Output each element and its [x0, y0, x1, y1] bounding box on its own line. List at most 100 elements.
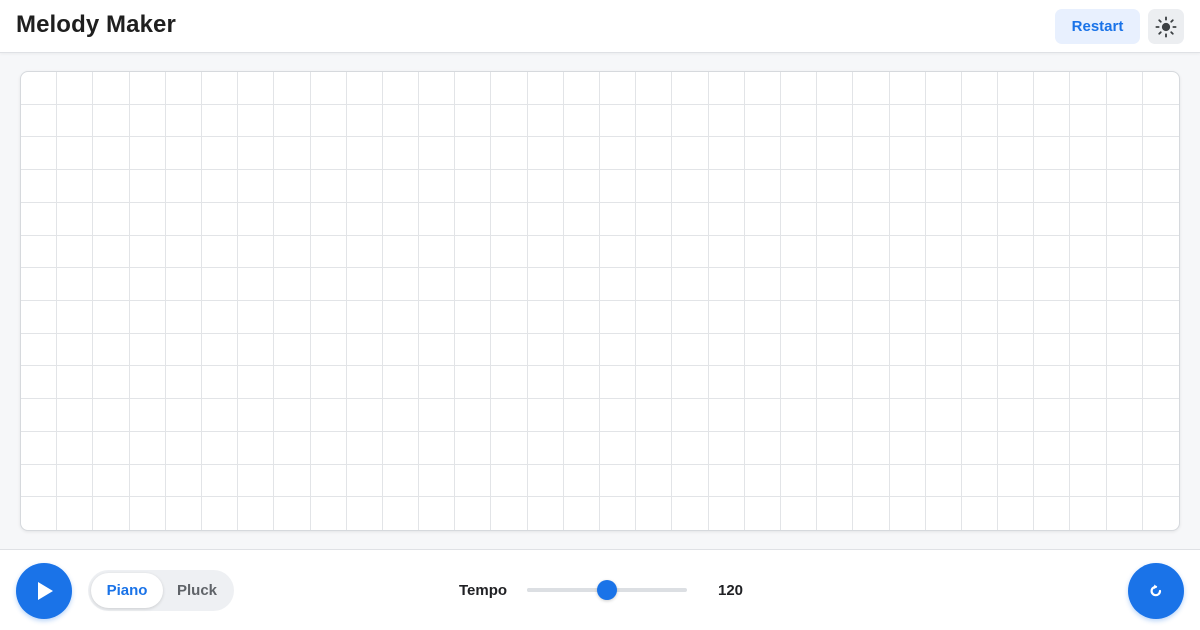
grid-cell[interactable]: [382, 333, 420, 367]
grid-cell[interactable]: [708, 431, 745, 465]
grid-cell[interactable]: [1106, 366, 1143, 400]
grid-cell[interactable]: [93, 431, 130, 465]
grid-cell[interactable]: [274, 497, 311, 530]
grid-cell[interactable]: [998, 170, 1035, 203]
grid-cell[interactable]: [780, 170, 818, 203]
grid-cell[interactable]: [961, 170, 999, 203]
grid-cell[interactable]: [1106, 333, 1143, 367]
grid-cell[interactable]: [925, 72, 962, 105]
grid-cell[interactable]: [1142, 268, 1179, 301]
grid-cell[interactable]: [1142, 72, 1179, 105]
grid-cell[interactable]: [1034, 137, 1071, 171]
grid-cell[interactable]: [780, 137, 818, 171]
grid-cell[interactable]: [310, 399, 347, 432]
grid-cell[interactable]: [419, 72, 456, 105]
grid-cell[interactable]: [491, 301, 528, 334]
grid-cell[interactable]: [419, 137, 456, 171]
grid-cell[interactable]: [274, 268, 311, 301]
grid-cell[interactable]: [491, 72, 528, 105]
grid-cell[interactable]: [93, 268, 130, 301]
grid-cell[interactable]: [889, 431, 926, 465]
grid-cell[interactable]: [563, 268, 600, 301]
grid-cell[interactable]: [21, 366, 58, 400]
grid-cell[interactable]: [1142, 105, 1179, 138]
grid-cell[interactable]: [817, 170, 854, 203]
grid-cell[interactable]: [310, 137, 347, 171]
grid-cell[interactable]: [57, 366, 94, 400]
grid-cell[interactable]: [1034, 464, 1071, 498]
grid-cell[interactable]: [708, 399, 745, 432]
grid-cell[interactable]: [708, 72, 745, 105]
grid-cell[interactable]: [201, 170, 239, 203]
grid-cell[interactable]: [600, 268, 637, 301]
grid-cell[interactable]: [1070, 497, 1107, 530]
loop-button[interactable]: [1128, 563, 1184, 619]
grid-cell[interactable]: [57, 301, 94, 334]
grid-cell[interactable]: [563, 104, 600, 138]
grid-cell[interactable]: [57, 235, 94, 269]
grid-cell[interactable]: [346, 72, 383, 105]
grid-cell[interactable]: [382, 202, 420, 236]
grid-cell[interactable]: [93, 301, 130, 334]
grid-cell[interactable]: [527, 268, 564, 301]
grid-cell[interactable]: [890, 497, 926, 530]
grid-cell[interactable]: [491, 399, 528, 432]
grid-cell[interactable]: [21, 497, 58, 530]
grid-cell[interactable]: [1142, 301, 1179, 334]
grid-cell[interactable]: [238, 202, 275, 236]
grid-cell[interactable]: [238, 497, 275, 530]
grid-cell[interactable]: [455, 431, 492, 465]
grid-cell[interactable]: [563, 301, 600, 334]
grid-cell[interactable]: [962, 497, 999, 530]
grid-cell[interactable]: [636, 431, 673, 465]
grid-cell[interactable]: [165, 301, 202, 334]
grid-cell[interactable]: [491, 464, 528, 498]
grid-cell[interactable]: [419, 333, 456, 367]
grid-cell[interactable]: [672, 399, 709, 432]
grid-cell[interactable]: [129, 399, 166, 432]
grid-cell[interactable]: [600, 202, 637, 236]
grid-cell[interactable]: [1142, 170, 1179, 203]
grid-cell[interactable]: [165, 333, 202, 367]
grid-cell[interactable]: [57, 72, 94, 105]
grid-cell[interactable]: [563, 202, 600, 236]
grid-cell[interactable]: [636, 333, 673, 367]
grid-cell[interactable]: [998, 104, 1035, 138]
grid-cell[interactable]: [57, 464, 94, 498]
grid-cell[interactable]: [1070, 464, 1107, 498]
grid-cell[interactable]: [93, 399, 130, 432]
grid-cell[interactable]: [129, 235, 166, 269]
grid-cell[interactable]: [961, 202, 999, 236]
grid-cell[interactable]: [998, 366, 1035, 400]
grid-cell[interactable]: [21, 72, 58, 105]
grid-cell[interactable]: [419, 464, 456, 498]
grid-cell[interactable]: [780, 399, 818, 432]
grid-cell[interactable]: [310, 464, 347, 498]
grid-cell[interactable]: [1107, 497, 1143, 530]
grid-cell[interactable]: [780, 301, 818, 334]
grid-cell[interactable]: [1034, 268, 1071, 301]
grid-cell[interactable]: [201, 366, 239, 400]
grid-cell[interactable]: [998, 464, 1035, 498]
grid-cell[interactable]: [744, 366, 781, 400]
grid-cell[interactable]: [672, 235, 709, 269]
grid-cell[interactable]: [1070, 333, 1107, 367]
grid-cell[interactable]: [636, 235, 673, 269]
grid-cell[interactable]: [925, 399, 962, 432]
grid-cell[interactable]: [491, 497, 528, 530]
grid-cell[interactable]: [1034, 399, 1071, 432]
grid-cell[interactable]: [1070, 72, 1107, 105]
grid-cell[interactable]: [382, 72, 420, 105]
grid-cell[interactable]: [274, 235, 311, 269]
grid-cell[interactable]: [998, 72, 1035, 105]
grid-cell[interactable]: [165, 104, 202, 138]
grid-cell[interactable]: [780, 366, 818, 400]
grid-cell[interactable]: [744, 431, 781, 465]
grid-cell[interactable]: [600, 431, 637, 465]
grid-cell[interactable]: [201, 301, 239, 334]
grid-cell[interactable]: [57, 104, 94, 138]
grid-cell[interactable]: [129, 170, 166, 203]
grid-cell[interactable]: [419, 170, 456, 203]
grid-cell[interactable]: [527, 104, 564, 138]
grid-cell[interactable]: [1143, 497, 1179, 530]
